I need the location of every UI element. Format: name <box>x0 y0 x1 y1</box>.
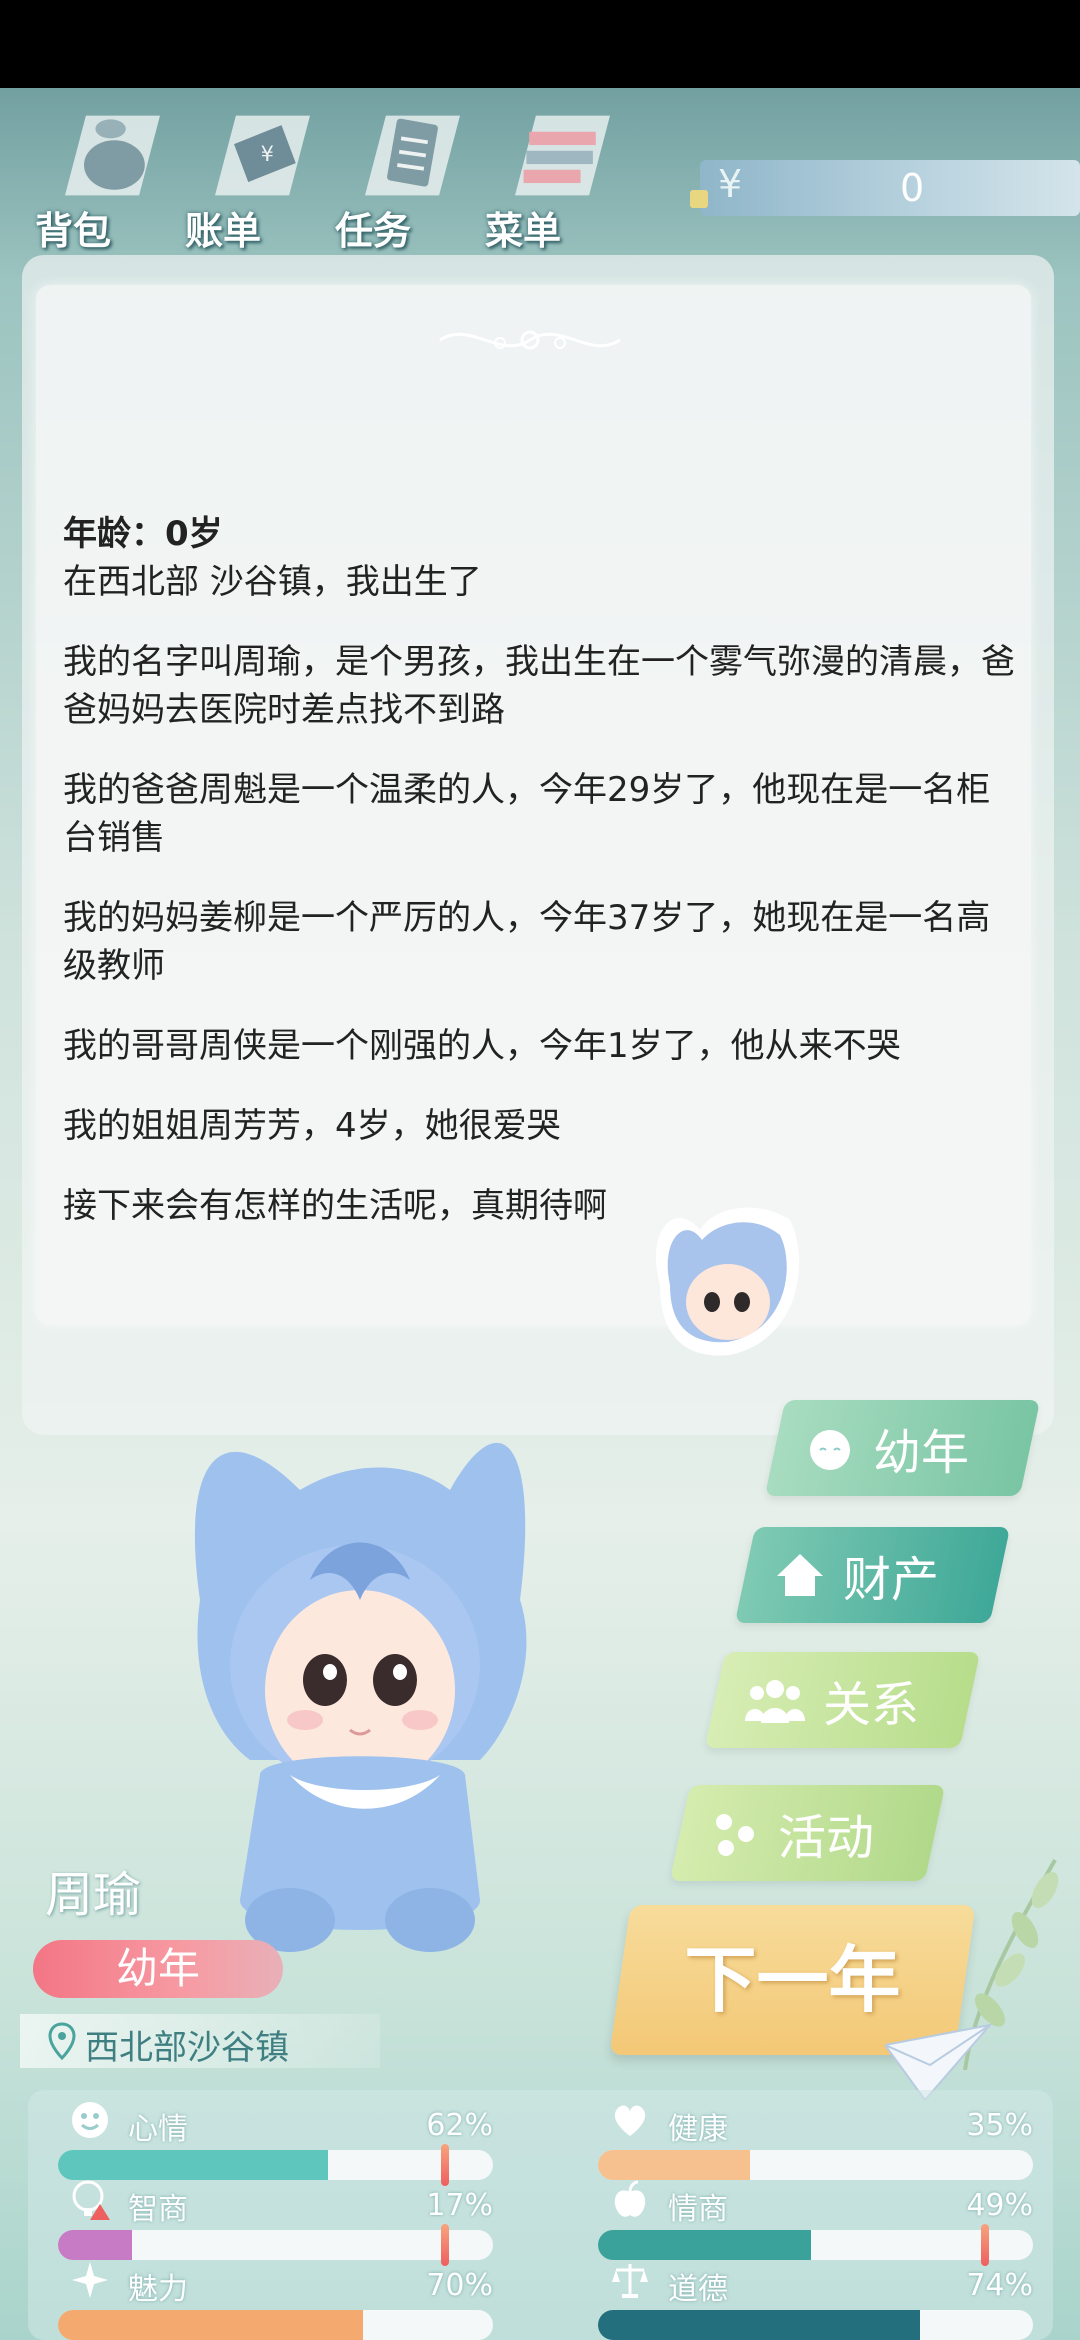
stat-mood: 心情 62% <box>58 2100 493 2186</box>
heart-icon <box>614 2105 646 2136</box>
task-icon <box>365 115 460 196</box>
house-icon <box>777 1554 823 1596</box>
location-bar: 西北部沙谷镇 <box>20 2014 380 2068</box>
people-icon <box>745 1680 805 1723</box>
stat-morality: 道德 74% <box>598 2260 1033 2340</box>
menu-label: 菜单 <box>485 209 562 253</box>
story-text: 年龄：0岁 在西北部 沙谷镇，我出生了 我的名字叫周瑜，是个男孩，我出生在一个雾… <box>63 510 1023 1262</box>
stat-percent: 74% <box>966 2268 1033 2303</box>
stats-panel: 心情 62% 健康 35% 智商 17% 情商 49% 魅力 70% 道德 74… <box>28 2090 1053 2340</box>
svg-text:¥: ¥ <box>261 142 274 166</box>
money-display: ¥ 0 <box>690 160 1080 216</box>
story-paragraph: 我的妈妈姜柳是一个严厉的人，今年37岁了，她现在是一名高级教师 <box>63 898 991 986</box>
story-paragraph: 我的名字叫周瑜，是个男孩，我出生在一个雾气弥漫的清晨，爸爸妈妈去医院时差点找不到… <box>63 642 1015 730</box>
stat-label: 心情 <box>128 2112 188 2147</box>
stat-track <box>598 2310 1033 2340</box>
top-toolbar: 背包 ¥ 账单 任务 菜单 ¥ 0 <box>0 88 1080 253</box>
stat-track <box>58 2310 493 2340</box>
bag-icon <box>65 115 160 196</box>
story-paragraph: 我的爸爸周魁是一个温柔的人，今年29岁了，他现在是一名柜台销售 <box>63 770 991 858</box>
coin-icon <box>690 190 708 208</box>
smile-icon <box>72 2102 108 2138</box>
stat-track <box>58 2150 493 2180</box>
apple-icon <box>614 2180 646 2217</box>
stat-percent: 35% <box>966 2108 1033 2143</box>
stat-iq: 智商 17% <box>58 2180 493 2266</box>
baby-character <box>194 1442 527 1952</box>
character-name: 周瑜 <box>45 1867 142 1923</box>
stat-track <box>598 2230 1033 2260</box>
stat-percent: 17% <box>426 2188 493 2223</box>
activity-icon <box>716 1814 754 1856</box>
stat-percent: 70% <box>426 2268 493 2303</box>
stage-button[interactable]: 幼年 <box>764 1400 1041 1496</box>
age-line: 年龄：0岁 <box>63 514 223 554</box>
yen-icon: ¥ <box>718 162 743 206</box>
stat-percent: 49% <box>966 2188 1033 2223</box>
stat-health: 健康 35% <box>598 2100 1033 2180</box>
bag-label: 背包 <box>35 209 112 253</box>
stat-label: 健康 <box>668 2112 728 2147</box>
assets-button[interactable]: 财产 <box>734 1527 1011 1623</box>
stat-fill <box>58 2230 132 2260</box>
money-value: 0 <box>900 166 925 210</box>
brain-icon <box>72 2180 110 2220</box>
menu-icon <box>515 115 610 196</box>
ornament-icon <box>439 330 621 350</box>
story-paragraph: 我的姐姐周芳芳，4岁，她很爱哭 <box>63 1106 561 1146</box>
stat-track <box>58 2230 493 2260</box>
stat-label: 智商 <box>128 2192 188 2227</box>
story-paragraph: 接下来会有怎样的生活呢，真期待啊 <box>63 1186 607 1226</box>
menu-button[interactable]: 菜单 <box>485 108 615 253</box>
activity-button-label: 活动 <box>778 1810 875 1866</box>
stat-charm: 魅力 70% <box>58 2260 493 2340</box>
stat-label: 魅力 <box>128 2272 188 2307</box>
relations-button[interactable]: 关系 <box>704 1652 981 1748</box>
scale-icon <box>612 2264 648 2298</box>
baby-avatar-sticker <box>655 1207 800 1356</box>
stat-fill <box>598 2150 751 2180</box>
relations-button-label: 关系 <box>823 1677 920 1733</box>
baby-face-icon <box>810 1430 850 1470</box>
stat-fill <box>58 2310 363 2340</box>
bag-button[interactable]: 背包 <box>35 108 165 253</box>
task-label: 任务 <box>335 209 412 253</box>
bill-label: 账单 <box>185 209 262 253</box>
sparkle-icon <box>72 2262 108 2298</box>
stat-track <box>598 2150 1033 2180</box>
location-text: 西北部沙谷镇 <box>85 2028 289 2068</box>
stat-fill <box>598 2230 812 2260</box>
story-paragraph: 我的哥哥周侠是一个刚强的人，今年1岁了，他从来不哭 <box>63 1026 901 1066</box>
stat-fill <box>58 2150 328 2180</box>
stat-fill <box>598 2310 920 2340</box>
assets-button-label: 财产 <box>843 1552 940 1608</box>
activity-button[interactable]: 活动 <box>669 1785 946 1881</box>
stage-button-label: 幼年 <box>873 1425 970 1481</box>
task-button[interactable]: 任务 <box>335 108 465 253</box>
story-paragraph: 在西北部 沙谷镇，我出生了 <box>63 562 482 602</box>
life-stage-badge: 幼年 <box>33 1940 283 1998</box>
stat-percent: 62% <box>426 2108 493 2143</box>
bill-button[interactable]: ¥ 账单 <box>185 108 315 253</box>
stat-label: 道德 <box>668 2272 728 2307</box>
status-bar <box>0 0 1080 88</box>
bill-icon: ¥ <box>215 115 310 196</box>
stat-eq: 情商 49% <box>598 2180 1033 2266</box>
location-pin-icon <box>48 2022 76 2060</box>
stat-label: 情商 <box>668 2192 728 2227</box>
